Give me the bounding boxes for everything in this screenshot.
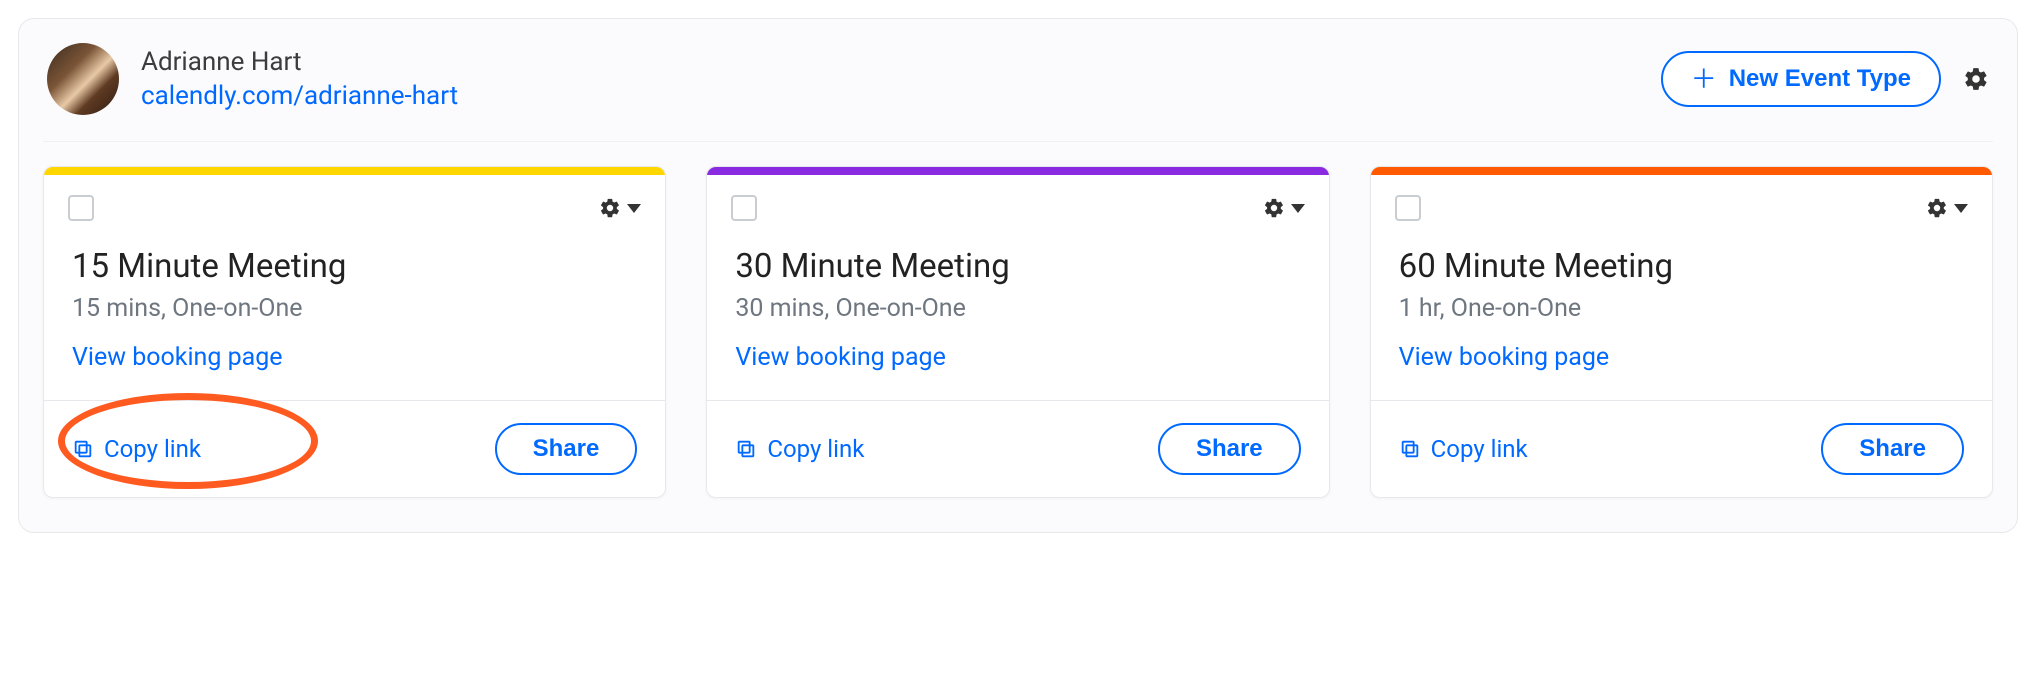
event-card: 15 Minute Meeting 15 mins, One-on-One Vi… <box>43 166 666 498</box>
event-card-footer: Copy link Share <box>707 400 1328 497</box>
event-select-checkbox[interactable] <box>731 195 757 221</box>
view-booking-page-link[interactable]: View booking page <box>1399 343 1610 372</box>
panel-header: Adrianne Hart calendly.com/adrianne-hart… <box>43 39 1993 142</box>
event-types-panel: Adrianne Hart calendly.com/adrianne-hart… <box>18 18 2018 533</box>
event-card-body: 30 Minute Meeting 30 mins, One-on-One Vi… <box>707 225 1328 400</box>
event-settings-menu[interactable] <box>599 197 641 219</box>
chevron-down-icon <box>1291 204 1305 213</box>
panel-settings-button[interactable] <box>1963 66 1989 92</box>
event-card: 30 Minute Meeting 30 mins, One-on-One Vi… <box>706 166 1329 498</box>
view-booking-page-link[interactable]: View booking page <box>72 343 283 372</box>
event-select-checkbox[interactable] <box>1395 195 1421 221</box>
event-color-stripe <box>707 167 1328 175</box>
share-button[interactable]: Share <box>1158 423 1301 475</box>
event-select-checkbox[interactable] <box>68 195 94 221</box>
event-title: 30 Minute Meeting <box>735 247 1300 286</box>
event-subtitle: 1 hr, One-on-One <box>1399 294 1964 323</box>
new-event-type-label: New Event Type <box>1729 65 1911 93</box>
chevron-down-icon <box>627 204 641 213</box>
copy-icon <box>72 438 94 460</box>
copy-link-button[interactable]: Copy link <box>735 435 864 463</box>
user-scheduling-link[interactable]: calendly.com/adrianne-hart <box>141 81 458 111</box>
event-color-stripe <box>1371 167 1992 175</box>
copy-link-label: Copy link <box>767 435 864 463</box>
event-cards-grid: 15 Minute Meeting 15 mins, One-on-One Vi… <box>43 166 1993 498</box>
user-name: Adrianne Hart <box>141 47 458 77</box>
copy-icon <box>735 438 757 460</box>
event-card-head <box>44 175 665 225</box>
event-color-stripe <box>44 167 665 175</box>
avatar[interactable] <box>47 43 119 115</box>
copy-link-button[interactable]: Copy link <box>1399 435 1528 463</box>
event-card: 60 Minute Meeting 1 hr, One-on-One View … <box>1370 166 1993 498</box>
event-title: 15 Minute Meeting <box>72 247 637 286</box>
user-info: Adrianne Hart calendly.com/adrianne-hart <box>141 47 458 111</box>
copy-link-button[interactable]: Copy link <box>72 435 201 463</box>
event-card-body: 60 Minute Meeting 1 hr, One-on-One View … <box>1371 225 1992 400</box>
view-booking-page-link[interactable]: View booking page <box>735 343 946 372</box>
gear-icon <box>1963 66 1989 92</box>
gear-icon <box>599 197 621 219</box>
event-subtitle: 15 mins, One-on-One <box>72 294 637 323</box>
event-card-body: 15 Minute Meeting 15 mins, One-on-One Vi… <box>44 225 665 400</box>
gear-icon <box>1263 197 1285 219</box>
event-subtitle: 30 mins, One-on-One <box>735 294 1300 323</box>
plus-icon: ＋ <box>1691 66 1717 92</box>
gear-icon <box>1926 197 1948 219</box>
new-event-type-button[interactable]: ＋ New Event Type <box>1661 51 1941 107</box>
event-settings-menu[interactable] <box>1926 197 1968 219</box>
event-card-head <box>1371 175 1992 225</box>
event-card-footer: Copy link Share <box>44 400 665 497</box>
event-title: 60 Minute Meeting <box>1399 247 1964 286</box>
share-button[interactable]: Share <box>495 423 638 475</box>
event-card-footer: Copy link Share <box>1371 400 1992 497</box>
share-button[interactable]: Share <box>1821 423 1964 475</box>
event-settings-menu[interactable] <box>1263 197 1305 219</box>
copy-icon <box>1399 438 1421 460</box>
copy-link-label: Copy link <box>104 435 201 463</box>
event-card-head <box>707 175 1328 225</box>
copy-link-label: Copy link <box>1431 435 1528 463</box>
chevron-down-icon <box>1954 204 1968 213</box>
